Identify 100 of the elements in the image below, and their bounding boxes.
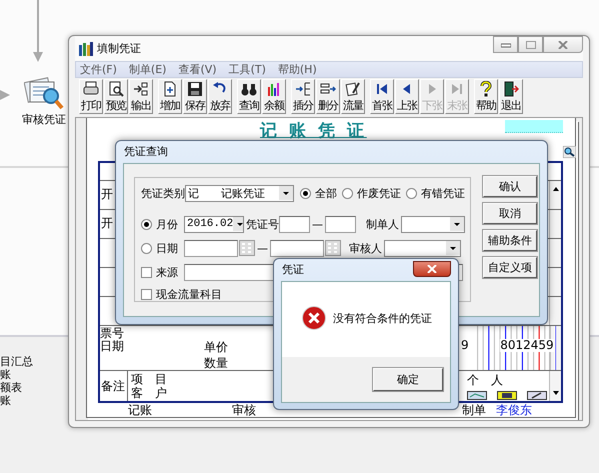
- toolbar-button[interactable]: 流量: [341, 79, 365, 114]
- toolbar-button[interactable]: 插分: [291, 79, 315, 114]
- radio-option[interactable]: 月份: [141, 216, 180, 232]
- menu-item[interactable]: 工具(T): [228, 62, 266, 77]
- close-icon: [558, 40, 568, 48]
- toolbar-button[interactable]: 余额: [262, 79, 286, 114]
- menu-item[interactable]: 额表: [0, 381, 22, 394]
- maximize-button[interactable]: [518, 36, 543, 53]
- dropdown-icon[interactable]: [279, 186, 293, 200]
- month-select[interactable]: 2016.02: [184, 216, 244, 232]
- message-text: 没有符合条件的凭证: [333, 311, 432, 326]
- radio-option[interactable]: 日期: [141, 240, 180, 256]
- menu-item[interactable]: 制单(E): [128, 62, 166, 77]
- first-icon: [374, 81, 390, 97]
- dialog-button[interactable]: 辅助条件: [483, 230, 537, 251]
- notes-label: 备注: [100, 371, 128, 401]
- node-label[interactable]: 审核凭证: [22, 112, 66, 127]
- help-icon: [478, 81, 494, 97]
- toolbar-button[interactable]: 帮助: [474, 79, 498, 114]
- highlighted-field[interactable]: [505, 120, 563, 133]
- preview-icon: [108, 81, 124, 97]
- row-label: 开: [101, 215, 113, 232]
- voucher-title: 记 账 凭 证: [260, 121, 367, 141]
- menu-item[interactable]: 目汇总: [0, 355, 33, 368]
- radio-option[interactable]: 作废凭证: [342, 186, 401, 200]
- dialog-button[interactable]: 取消: [483, 203, 537, 224]
- dialog-title: 凭证查询: [123, 144, 168, 160]
- scroll-up-icon[interactable]: [550, 185, 560, 193]
- radio-option[interactable]: 有错凭证: [406, 186, 465, 200]
- binoculars-icon: [241, 81, 257, 97]
- quantity-label: 数量: [204, 355, 228, 371]
- export-icon: [133, 81, 149, 97]
- input-field[interactable]: [270, 240, 324, 256]
- checkbox-option[interactable]: 来源: [141, 264, 180, 280]
- menu-item[interactable]: 帮助(H): [278, 62, 317, 77]
- minimize-icon: [500, 42, 510, 48]
- voucher-number-label: 凭证号: [246, 216, 279, 232]
- customer-label: 客 户: [131, 386, 167, 400]
- toolbar-button[interactable]: 输出: [129, 79, 153, 114]
- chart-icon: [266, 81, 282, 97]
- range-dash: —: [257, 242, 268, 254]
- input-field[interactable]: [325, 216, 356, 232]
- arrow-icon: [0, 90, 10, 100]
- insert-icon: [295, 81, 311, 97]
- exit-icon: [503, 81, 519, 97]
- bookkeeping-label: 记账: [128, 403, 152, 417]
- ticket-label: 票号: [100, 327, 125, 340]
- toolbar-button[interactable]: 保存: [183, 79, 207, 114]
- menu-item[interactable]: 查看(V): [178, 62, 217, 77]
- person-label: 个 人: [467, 372, 504, 389]
- add-icon: [162, 81, 178, 97]
- checkbox-option[interactable]: 现金流量科目: [141, 287, 222, 302]
- input-field[interactable]: [279, 216, 310, 232]
- input-field[interactable]: [184, 240, 238, 256]
- project-label: 项 目: [131, 372, 167, 386]
- search-icon[interactable]: [563, 146, 576, 158]
- toolbar-button[interactable]: 放弃: [208, 79, 232, 114]
- card-icon[interactable]: [467, 391, 487, 400]
- last-icon: [449, 81, 465, 97]
- row-label: 开: [101, 186, 113, 203]
- calendar-icon[interactable]: [239, 240, 255, 256]
- scroll-down-icon[interactable]: [550, 389, 560, 397]
- maker-label: 制单: [462, 403, 486, 417]
- menu-item[interactable]: 账: [0, 394, 11, 407]
- close-button[interactable]: [413, 261, 451, 277]
- reviewer-select[interactable]: [384, 240, 461, 256]
- menu-item[interactable]: 账: [0, 368, 11, 381]
- toolbar-button[interactable]: 预览: [104, 79, 128, 114]
- range-dash: —: [312, 218, 323, 230]
- maker-label: 制单人: [366, 216, 399, 232]
- toolbar-button[interactable]: 删分: [316, 79, 340, 114]
- toolbar-button[interactable]: 首张: [370, 79, 394, 114]
- dropdown-icon[interactable]: [233, 217, 243, 231]
- menu-item[interactable]: 文件(F): [80, 62, 117, 77]
- minimize-button[interactable]: [493, 36, 518, 53]
- type-select[interactable]: 记 记账凭证: [185, 184, 294, 202]
- type-label: 凭证类别: [141, 186, 185, 200]
- card-icon[interactable]: [527, 391, 547, 400]
- amount-text: 9: [461, 338, 469, 352]
- ok-button[interactable]: 确定: [373, 368, 443, 391]
- dialog-button[interactable]: 确认: [483, 176, 537, 197]
- card-icon[interactable]: [497, 391, 517, 400]
- dropdown-icon[interactable]: [446, 241, 460, 255]
- reviewer-label: 审核人: [349, 240, 382, 256]
- pen-icon: [345, 81, 361, 97]
- radio-option[interactable]: 全部: [300, 186, 337, 200]
- toolbar-button[interactable]: 增加: [158, 79, 182, 114]
- date-label: 日期: [100, 340, 125, 353]
- close-icon: [427, 265, 437, 273]
- toolbar-button[interactable]: 打印: [79, 79, 103, 114]
- dropdown-icon[interactable]: [450, 217, 464, 231]
- maker-name: 李俊东: [496, 403, 532, 417]
- toolbar-button[interactable]: 上张: [395, 79, 419, 114]
- calendar-icon[interactable]: [325, 240, 341, 256]
- dialog-button[interactable]: 自定义项: [483, 257, 537, 278]
- books-icon: [79, 42, 93, 56]
- toolbar-button[interactable]: 退出: [499, 79, 523, 114]
- error-icon: [302, 306, 326, 330]
- toolbar-button[interactable]: 查询: [237, 79, 261, 114]
- unit-price-label: 单价: [204, 339, 228, 355]
